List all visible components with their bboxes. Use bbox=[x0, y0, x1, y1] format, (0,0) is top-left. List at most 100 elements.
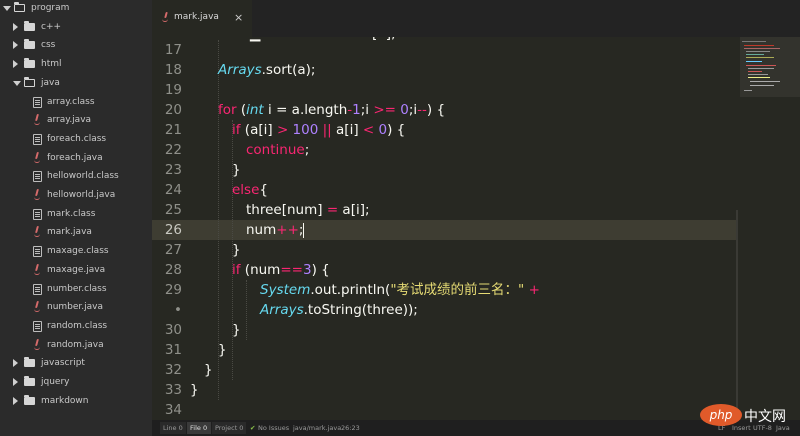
tree-item-css[interactable]: css bbox=[0, 37, 152, 55]
folder-icon bbox=[24, 376, 35, 386]
line-number: 20 bbox=[164, 102, 182, 118]
tree-item-label: number.class bbox=[47, 283, 107, 294]
code-line-25: three[num] = a[i]; bbox=[246, 202, 370, 218]
tree-item-random-class[interactable]: random.class bbox=[0, 318, 152, 336]
tree-item-label: java bbox=[41, 77, 60, 88]
tree-item-label: random.class bbox=[47, 320, 108, 331]
tree-item-label: jquery bbox=[41, 377, 70, 387]
minimap[interactable] bbox=[738, 37, 800, 420]
tree-item-label: maxage.class bbox=[47, 246, 109, 257]
tree-item-markdown[interactable]: markdown bbox=[0, 393, 152, 411]
folder-icon bbox=[24, 76, 35, 87]
indent-guide bbox=[246, 280, 248, 340]
folder-icon bbox=[24, 58, 35, 69]
tree-item-label: random.java bbox=[47, 339, 104, 350]
tree-item-label: array.class bbox=[47, 96, 95, 107]
file-icon bbox=[33, 246, 42, 258]
tree-item-mark-java[interactable]: mark.java bbox=[0, 224, 152, 242]
tab-mark-java[interactable]: mark.java × bbox=[152, 0, 252, 37]
file-icon bbox=[33, 171, 42, 183]
vertical-scrollbar[interactable] bbox=[736, 210, 738, 420]
tree-item-label: array.java bbox=[47, 115, 92, 126]
tree-item-number-class[interactable]: number.class bbox=[0, 281, 152, 299]
line-number: 29 bbox=[164, 282, 182, 298]
line-number: 19 bbox=[164, 82, 182, 98]
code-line-20: for (int i = a.length-1;i >= 0;i--) { bbox=[218, 102, 446, 118]
tab-bar: mark.java × bbox=[152, 0, 800, 37]
tree-item-maxage-java[interactable]: maxage.java bbox=[0, 262, 152, 280]
folder-icon bbox=[24, 394, 35, 405]
line-number: 32 bbox=[164, 362, 182, 378]
chevron-right-icon[interactable] bbox=[13, 41, 18, 50]
code-line-24: else{ bbox=[232, 182, 268, 198]
line-number: 28 bbox=[164, 262, 182, 278]
close-icon[interactable]: × bbox=[234, 11, 243, 24]
tree-item-helloworld-class[interactable]: helloworld.class bbox=[0, 168, 152, 186]
line-number: 33 bbox=[164, 382, 182, 398]
folder-icon bbox=[24, 20, 35, 31]
tree-item-foreach-java[interactable]: foreach.java bbox=[0, 150, 152, 168]
tree-item-array-java[interactable]: array.java bbox=[0, 112, 152, 130]
tree-item-random-java[interactable]: random.java bbox=[0, 337, 152, 355]
tree-item-array-class[interactable]: array.class bbox=[0, 94, 152, 112]
folder-icon bbox=[24, 357, 35, 368]
line-number: 21 bbox=[164, 122, 182, 138]
code-line-32: } bbox=[204, 362, 213, 378]
line-number: 31 bbox=[164, 342, 182, 358]
linter-line-tab[interactable]: Line 0 bbox=[160, 422, 186, 434]
line-number: 24 bbox=[164, 182, 182, 198]
chevron-right-icon[interactable] bbox=[13, 396, 18, 405]
chevron-right-icon[interactable] bbox=[13, 60, 18, 69]
chevron-right-icon[interactable] bbox=[13, 22, 18, 31]
linter-project-label: Project 0 bbox=[215, 424, 244, 432]
tree-item-c-[interactable]: c++ bbox=[0, 19, 152, 37]
java-file-icon bbox=[162, 12, 169, 23]
tree-item-html[interactable]: html bbox=[0, 56, 152, 74]
tree-item-javascript[interactable]: javascript bbox=[0, 355, 152, 373]
cursor-position[interactable]: 26:23 bbox=[341, 424, 360, 432]
line-number-gutter: 17 18 19 20 21 22 23 24 25 26 27 28 29 • 30 31 32 33 34 bbox=[152, 37, 190, 420]
linter-file-tab[interactable]: File 0 bbox=[187, 422, 211, 434]
folder-icon bbox=[24, 39, 35, 50]
linter-project-tab[interactable]: Project 0 bbox=[212, 422, 246, 434]
tree-item-maxage-class[interactable]: maxage.class bbox=[0, 243, 152, 261]
chevron-down-icon[interactable] bbox=[13, 80, 21, 86]
java-file-icon bbox=[33, 264, 41, 275]
file-path[interactable]: java/mark.java bbox=[293, 424, 341, 432]
minimap-viewport[interactable] bbox=[740, 37, 800, 97]
tree-item-label: number.java bbox=[47, 302, 104, 313]
file-icon bbox=[33, 96, 42, 108]
linter-line-label: Line 0 bbox=[163, 424, 183, 432]
chevron-right-icon[interactable] bbox=[13, 359, 18, 368]
tree-item-label: javascript bbox=[41, 358, 85, 369]
chevron-down-icon[interactable] bbox=[3, 6, 11, 11]
chevron-right-icon[interactable] bbox=[13, 378, 18, 386]
java-file-icon bbox=[33, 152, 41, 163]
tree-item-label: helloworld.java bbox=[47, 190, 116, 200]
watermark-text: 中文网 bbox=[744, 409, 786, 425]
java-file-icon bbox=[33, 114, 41, 126]
check-icon: ✔ bbox=[250, 424, 256, 432]
tree-item-label: foreach.java bbox=[47, 152, 103, 163]
file-icon bbox=[33, 133, 42, 145]
folder-icon bbox=[14, 2, 25, 12]
tree-item-java[interactable]: java bbox=[0, 75, 152, 93]
line-number: 23 bbox=[164, 162, 182, 178]
tree-item-mark-class[interactable]: mark.class bbox=[0, 206, 152, 224]
tree-item-label: c++ bbox=[41, 21, 62, 32]
code-editor[interactable]: 17 18 19 20 21 22 23 24 25 26 27 28 29 • 30 31 32 33 34 ▁ … bbox=[152, 37, 738, 420]
php-logo: php bbox=[700, 404, 742, 426]
java-file-icon bbox=[33, 301, 41, 313]
line-number: • bbox=[174, 302, 182, 318]
file-tree-sidebar: program c++ css html java array.class array.ja… bbox=[0, 0, 152, 436]
linter-file-label: File 0 bbox=[190, 424, 208, 432]
tree-item-jquery[interactable]: jquery bbox=[0, 374, 152, 392]
tree-item-program[interactable]: program bbox=[0, 0, 152, 18]
code-line-22: continue; bbox=[246, 142, 310, 158]
tree-item-helloworld-java[interactable]: helloworld.java bbox=[0, 187, 152, 205]
tree-item-label: mark.class bbox=[47, 208, 96, 219]
line-number: 17 bbox=[164, 42, 182, 58]
tree-item-number-java[interactable]: number.java bbox=[0, 299, 152, 317]
issues-status[interactable]: No Issues bbox=[258, 424, 289, 432]
tree-item-foreach-class[interactable]: foreach.class bbox=[0, 131, 152, 149]
